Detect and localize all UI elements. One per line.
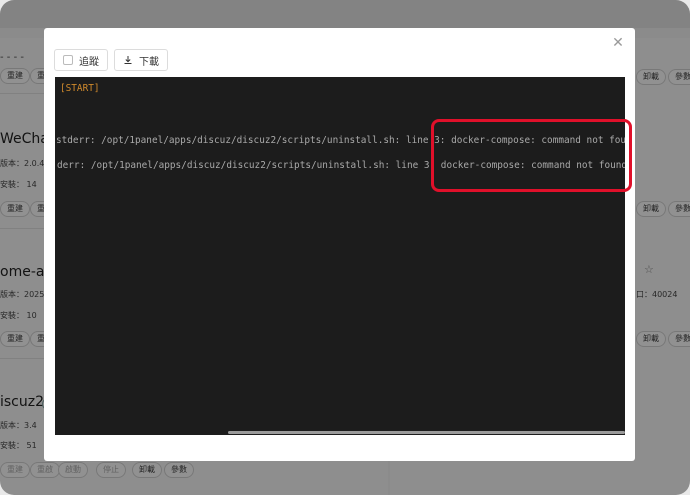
scrollbar-thumb[interactable] [228,431,625,434]
log-dialog: ✕ 追蹤 下載 [START] stderr: /opt/1panel/apps… [44,28,635,461]
horizontal-scrollbar[interactable] [55,430,625,435]
download-label: 下載 [139,56,159,68]
close-icon[interactable]: ✕ [611,36,625,50]
follow-label: 追蹤 [79,56,99,68]
checkbox-icon[interactable] [63,55,73,65]
log-start-line: [START] [60,83,100,94]
dialog-toolbar: 追蹤 下載 [54,49,168,71]
follow-checkbox[interactable]: 追蹤 [54,49,108,71]
error-highlight-annotation [431,119,632,192]
download-icon [124,56,132,64]
download-button[interactable]: 下載 [114,49,168,71]
